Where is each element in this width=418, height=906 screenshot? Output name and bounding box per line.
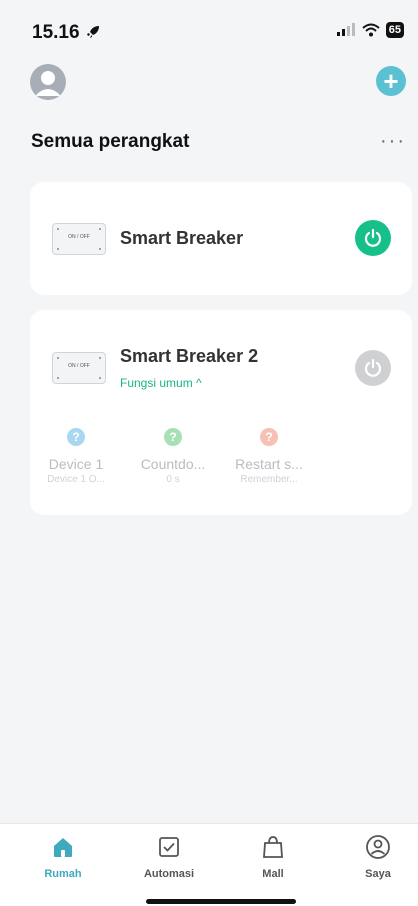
question-icon: ?: [260, 428, 278, 446]
shopping-bag-icon: [263, 836, 283, 858]
device-card[interactable]: ON / OFF Smart Breaker 2 Fungsi umum ^ ?…: [30, 310, 412, 515]
tab-rumah[interactable]: Rumah: [23, 834, 103, 880]
home-icon: [54, 838, 72, 857]
device-card[interactable]: ON / OFF Smart Breaker: [30, 182, 412, 295]
wifi-icon: [362, 23, 380, 37]
user-avatar-icon: [35, 71, 61, 96]
question-icon: ?: [67, 428, 85, 446]
breaker-thumbnail: ON / OFF: [52, 223, 106, 255]
rocket-icon: [86, 26, 99, 38]
thumbnail-label: ON / OFF: [68, 363, 90, 369]
device-name: Smart Breaker 2: [120, 346, 259, 366]
tab-saya[interactable]: Saya: [338, 834, 418, 880]
function-item-restart[interactable]: ? Restart s... Remember...: [224, 428, 314, 485]
thumbnail-label: ON / OFF: [68, 234, 90, 240]
power-button[interactable]: [355, 350, 391, 386]
tab-automasi[interactable]: Automasi: [129, 834, 209, 880]
battery-icon: 65: [385, 22, 404, 38]
user-icon: [366, 835, 390, 859]
device-name: Smart Breaker: [120, 228, 244, 248]
common-functions-toggle[interactable]: Fungsi umum ^: [120, 376, 202, 390]
tab-label: Mall: [262, 868, 284, 880]
checkbox-icon: [159, 837, 179, 857]
tab-label: Automasi: [143, 868, 195, 880]
function-title: Device 1: [48, 456, 104, 472]
status-icons: 65: [336, 22, 404, 38]
function-subtitle: 0 s: [166, 474, 180, 485]
function-title: Restart s...: [235, 456, 303, 472]
tab-mall[interactable]: Mall: [233, 834, 313, 880]
power-icon: [364, 358, 382, 377]
function-item-countdown[interactable]: ? Countdo... 0 s: [128, 428, 218, 485]
tab-label: Saya: [365, 868, 391, 880]
question-icon: ?: [164, 428, 182, 446]
avatar[interactable]: [30, 64, 66, 100]
function-subtitle: Device 1 O...: [47, 474, 105, 485]
function-item-device-1[interactable]: ? Device 1 Device 1 O...: [31, 428, 121, 485]
breaker-thumbnail: ON / OFF: [52, 352, 106, 384]
home-indicator[interactable]: [146, 899, 296, 904]
function-subtitle: Remember...: [240, 474, 298, 485]
function-title: Countdo...: [140, 456, 206, 472]
add-device-button[interactable]: +: [376, 66, 406, 96]
tab-label: Rumah: [44, 868, 82, 880]
power-icon: [364, 228, 382, 247]
page-title: Semua perangkat: [31, 131, 190, 152]
status-time: 15.16: [32, 22, 101, 44]
power-button[interactable]: [355, 220, 391, 256]
bottom-tab-bar: Rumah Automasi Mall Saya: [0, 823, 418, 906]
signal-icon: [336, 23, 355, 36]
plus-icon: +: [383, 66, 399, 96]
more-options-button[interactable]: ···: [380, 130, 406, 153]
status-bar: 15.16 65: [0, 0, 418, 60]
